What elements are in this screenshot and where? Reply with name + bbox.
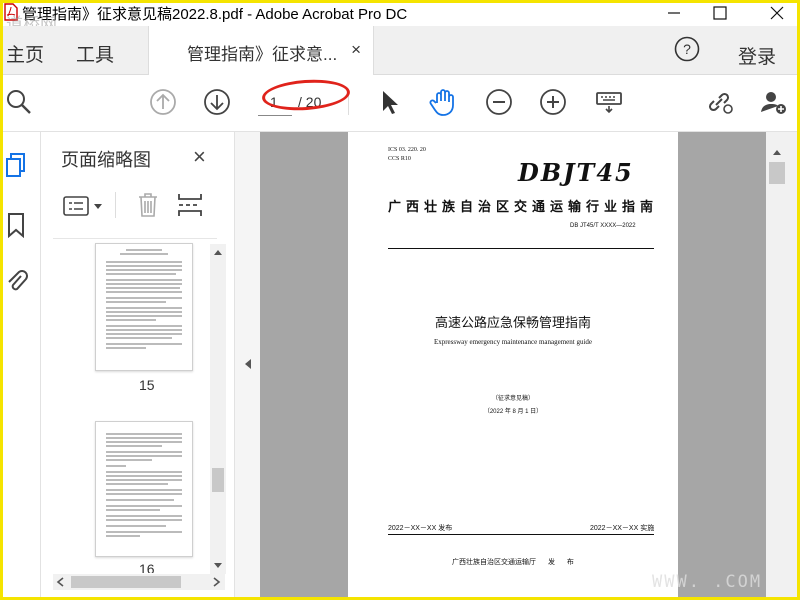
maximize-button[interactable] <box>697 0 743 26</box>
panel-title: 页面缩略图 <box>61 150 151 170</box>
scroll-left-icon[interactable] <box>56 577 64 587</box>
document-viewport: ICS 03. 220. 20 CCS R10 DBJT45 广西壮族自治区交通… <box>260 132 766 600</box>
active-indicator <box>0 282 3 318</box>
thumbnail-horizontal-scrollbar[interactable] <box>53 574 225 590</box>
thumbnail-list: 15 16 <box>53 238 217 573</box>
footer-rule <box>388 534 654 535</box>
scroll-right-icon[interactable] <box>213 577 221 587</box>
draft-label: （征求意见稿） <box>491 396 534 402</box>
delete-page-icon[interactable] <box>135 192 161 218</box>
panel-close-button[interactable]: × <box>193 144 206 170</box>
zoom-out-icon[interactable] <box>484 87 514 117</box>
sign-in-button[interactable]: 登录 <box>738 42 776 69</box>
zoom-in-icon[interactable] <box>538 87 568 117</box>
issuing-category: 广西壮族自治区交通运输行业指南 <box>388 199 659 214</box>
scroll-down-icon[interactable] <box>213 562 223 570</box>
issue-date: 2022－XX－XX 发布 <box>388 525 453 532</box>
english-title: Expressway emergency maintenance managem… <box>433 338 593 346</box>
title-bar: 管理指南》征求意见稿2022.8.pdf - Adobe Acrobat Pro… <box>0 0 800 35</box>
scroll-up-icon[interactable] <box>213 248 223 256</box>
thumbnail-label: 15 <box>139 377 155 393</box>
minimize-icon <box>668 12 680 14</box>
panel-collapse-handle[interactable] <box>234 132 261 600</box>
tools-menu[interactable]: 工具 <box>76 40 114 67</box>
keyboard-icon[interactable] <box>594 87 624 117</box>
panel-divider <box>115 192 116 218</box>
close-icon <box>770 6 784 20</box>
maximize-icon <box>713 6 727 20</box>
minimize-button[interactable] <box>651 0 697 26</box>
extract-pages-icon[interactable] <box>177 192 203 218</box>
thumbnails-panel: 页面缩略图 × 15 16 <box>41 132 233 600</box>
thumbnail-options-icon[interactable] <box>63 196 105 218</box>
header-rule <box>388 248 654 249</box>
help-icon[interactable]: ? <box>674 36 700 62</box>
document-number: DB JT45/T XXXX—2022 <box>570 223 636 229</box>
thumbnail-preview <box>106 433 182 537</box>
panel-tools <box>59 188 229 224</box>
zoom-search-icon[interactable] <box>4 87 34 117</box>
document-scrollbar[interactable] <box>766 132 800 600</box>
toolbar: 1 / 20 <box>0 75 800 132</box>
attachment-icon[interactable] <box>4 268 28 294</box>
tab-close-button[interactable]: × <box>351 40 361 60</box>
select-cursor-icon[interactable] <box>374 87 404 117</box>
thumbnail-vertical-scrollbar[interactable] <box>210 244 226 574</box>
ics-code: ICS 03. 220. 20 <box>388 147 426 153</box>
document-tab[interactable]: 管理指南》征求意... × <box>148 26 374 75</box>
thumbnail-preview <box>106 249 182 349</box>
standard-logo: DBJT45 <box>518 158 634 187</box>
document-tab-label: 管理指南》征求意... <box>187 45 338 64</box>
publisher: 广西壮族自治区交通运输厅 发 布 <box>452 559 574 566</box>
left-rail <box>0 132 41 600</box>
home-menu[interactable]: 主页 <box>6 40 44 67</box>
thumbnail-page-15[interactable] <box>95 243 193 371</box>
pdf-page: ICS 03. 220. 20 CCS R10 DBJT45 广西壮族自治区交通… <box>348 132 678 600</box>
hand-tool-icon[interactable] <box>428 87 458 117</box>
add-user-icon[interactable] <box>758 87 788 117</box>
svg-text:?: ? <box>683 41 691 57</box>
scroll-thumb[interactable] <box>71 576 181 588</box>
scroll-thumb[interactable] <box>769 162 785 184</box>
document-title: 高速公路应急保畅管理指南 <box>434 315 591 330</box>
close-window-button[interactable] <box>754 0 800 26</box>
bookmark-icon[interactable] <box>4 212 28 238</box>
window-title: 管理指南》征求意见稿2022.8.pdf - Adobe Acrobat Pro… <box>22 6 408 23</box>
scroll-up-icon[interactable] <box>772 148 782 156</box>
draft-date: （2022 年 8 月 1 日） <box>483 409 543 415</box>
collapse-arrow-icon[interactable] <box>244 358 252 370</box>
next-page-icon[interactable] <box>202 87 232 117</box>
effective-date: 2022－XX－XX 实施 <box>590 525 655 532</box>
thumbnail-label: 16 <box>139 561 155 573</box>
scroll-thumb[interactable] <box>212 468 224 492</box>
corner-watermark: WWW. .COM <box>652 572 763 592</box>
page-thumbnails-icon[interactable] <box>4 152 28 178</box>
previous-page-icon[interactable] <box>148 87 178 117</box>
share-link-icon[interactable] <box>704 87 734 117</box>
thumbnail-page-16[interactable] <box>95 421 193 557</box>
ccs-code: CCS R10 <box>388 156 411 162</box>
